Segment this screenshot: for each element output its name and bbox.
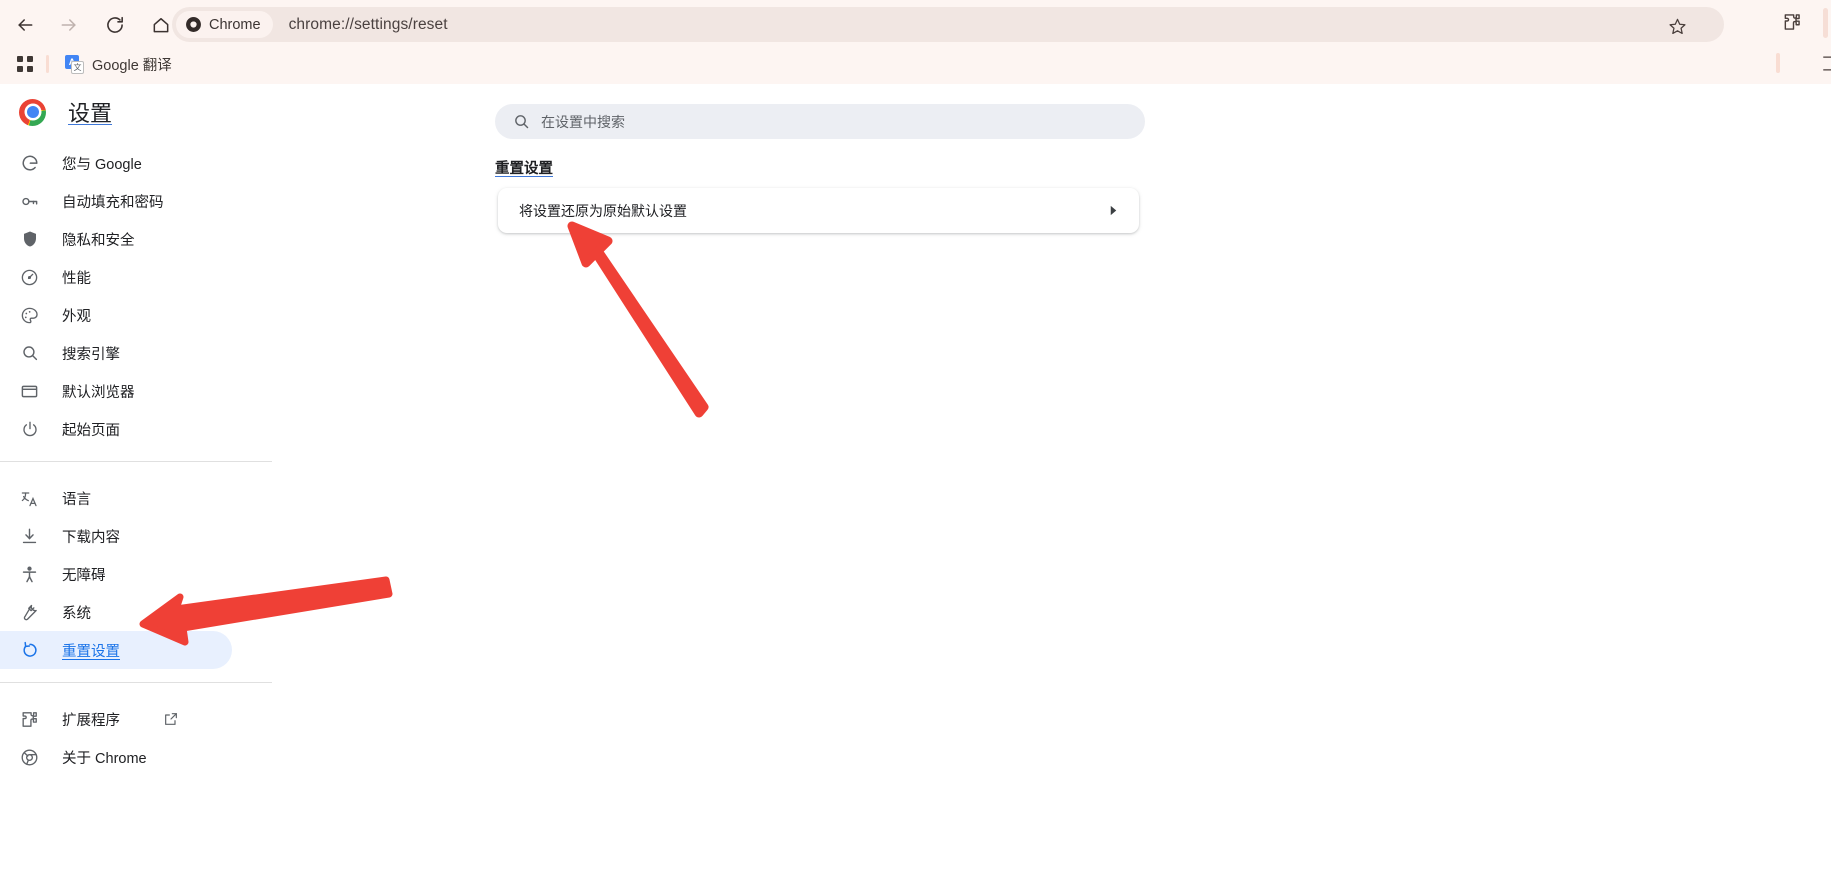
puzzle-piece-icon — [1784, 14, 1800, 30]
sidebar-item-label: 自动填充和密码 — [62, 194, 164, 211]
sidebar-item-languages[interactable]: 语言 — [0, 479, 272, 517]
page-title: 设置 — [68, 101, 113, 126]
sidebar-item-label: 起始页面 — [62, 422, 120, 439]
window-edge-indicator — [1823, 8, 1828, 38]
omnibox-chrome-chip-label: Chrome — [209, 16, 261, 33]
chrome-outline-icon — [19, 747, 40, 768]
settings-page: 设置 您与 Google 自动填充和密码 隐私和安全 性能 外观 搜索引擎 默认… — [0, 84, 1831, 894]
home-icon — [153, 18, 169, 33]
sidebar-item-label: 默认浏览器 — [62, 384, 135, 401]
palette-icon — [19, 305, 40, 326]
search-icon — [19, 343, 40, 364]
translate-icon — [19, 488, 40, 509]
sidebar-item-label: 系统 — [62, 605, 91, 622]
browser-toolbar: Chrome chrome://settings/reset — [0, 0, 1831, 50]
sidebar-item-label: 外观 — [62, 308, 91, 325]
google-g-icon — [19, 153, 40, 174]
sidebar-item-search-engine[interactable]: 搜索引擎 — [0, 334, 272, 372]
sidebar-item-default-browser[interactable]: 默认浏览器 — [0, 372, 272, 410]
sidebar-item-privacy-security[interactable]: 隐私和安全 — [0, 220, 272, 258]
sidebar-divider-2 — [0, 682, 272, 683]
window-icon — [19, 381, 40, 402]
sidebar-group-main: 您与 Google 自动填充和密码 隐私和安全 性能 外观 搜索引擎 默认浏览器… — [0, 140, 272, 448]
sidebar-item-reset-settings[interactable]: 重置设置 — [0, 631, 232, 669]
bookmark-item-label: Google 翻译 — [92, 57, 172, 74]
sidebar-group-secondary: 语言 下载内容 无障碍 系统 重置设置 — [0, 475, 272, 669]
back-button[interactable] — [8, 8, 42, 42]
sidebar-item-label: 搜索引擎 — [62, 346, 120, 363]
omnibox-chrome-chip[interactable]: Chrome — [176, 11, 273, 38]
sidebar-item-label: 性能 — [62, 270, 91, 287]
settings-sidebar: 设置 您与 Google 自动填充和密码 隐私和安全 性能 外观 搜索引擎 默认… — [0, 84, 272, 894]
arrow-left-icon — [18, 19, 33, 31]
wrench-icon — [19, 602, 40, 623]
reset-circular-arrow-icon — [19, 640, 40, 661]
address-bar[interactable]: Chrome chrome://settings/reset — [172, 7, 1724, 42]
sidebar-item-label: 扩展程序 — [62, 712, 120, 729]
settings-main-content: 重置设置 将设置还原为原始默认设置 — [272, 84, 1831, 894]
apps-grid-icon — [17, 56, 33, 72]
browser-chrome: Chrome chrome://settings/reset 文 Google … — [0, 0, 1831, 84]
bookmark-overflow-button[interactable] — [1816, 52, 1831, 74]
restore-defaults-row[interactable]: 将设置还原为原始默认设置 — [498, 188, 1139, 233]
sidebar-divider-1 — [0, 461, 272, 462]
apps-grid-button[interactable] — [12, 51, 38, 77]
omnibox-url-text: chrome://settings/reset — [288, 15, 448, 33]
sidebar-item-about-chrome[interactable]: 关于 Chrome — [0, 738, 272, 776]
external-link-icon[interactable] — [162, 711, 179, 728]
chrome-icon — [186, 17, 201, 32]
sidebar-item-label: 关于 Chrome — [62, 750, 147, 767]
sidebar-item-label: 您与 Google — [62, 156, 142, 173]
settings-search-box[interactable] — [495, 104, 1145, 139]
sidebar-item-label: 下载内容 — [62, 529, 120, 546]
key-icon — [19, 191, 40, 212]
reload-button[interactable] — [98, 8, 132, 42]
accessibility-icon — [19, 564, 40, 585]
sidebar-item-label: 无障碍 — [62, 567, 106, 584]
sidebar-item-appearance[interactable]: 外观 — [0, 296, 272, 334]
star-icon — [1668, 18, 1686, 34]
sidebar-item-extensions[interactable]: 扩展程序 — [0, 700, 272, 738]
search-icon — [513, 113, 530, 130]
settings-brand: 设置 — [0, 84, 272, 140]
extensions-button[interactable] — [1778, 8, 1806, 36]
sidebar-item-accessibility[interactable]: 无障碍 — [0, 555, 272, 593]
shield-icon — [19, 229, 40, 250]
sidebar-item-on-startup[interactable]: 起始页面 — [0, 410, 272, 448]
google-translate-icon: A文 — [65, 54, 84, 74]
download-icon — [19, 526, 40, 547]
chrome-logo-icon — [19, 98, 46, 126]
sidebar-item-system[interactable]: 系统 — [0, 593, 272, 631]
bookmark-item-google-translate[interactable]: A文 Google 翻译 — [59, 51, 178, 78]
forward-button[interactable] — [52, 8, 86, 42]
reload-icon — [107, 16, 123, 33]
arrow-right-icon — [61, 19, 76, 31]
sidebar-item-label: 重置设置 — [62, 643, 120, 660]
restore-defaults-label: 将设置还原为原始默认设置 — [519, 202, 687, 219]
sidebar-item-label: 语言 — [62, 491, 91, 508]
bookmarks-bar: A文 Google 翻译 — [0, 44, 1831, 84]
bookmark-bar-right-separator — [1776, 53, 1780, 73]
sidebar-item-you-and-google[interactable]: 您与 Google — [0, 144, 272, 182]
bookmark-star-button[interactable] — [1662, 11, 1692, 41]
power-icon — [19, 419, 40, 440]
search-input[interactable] — [541, 113, 1101, 130]
settings-search-container — [495, 104, 1145, 139]
sidebar-group-footer: 扩展程序 关于 Chrome — [0, 696, 272, 776]
sidebar-item-autofill-passwords[interactable]: 自动填充和密码 — [0, 182, 272, 220]
section-heading-reset-settings: 重置设置 — [495, 161, 553, 177]
sidebar-item-label: 隐私和安全 — [62, 232, 135, 249]
bookmark-separator — [46, 55, 49, 73]
sidebar-item-downloads[interactable]: 下载内容 — [0, 517, 272, 555]
sidebar-item-performance[interactable]: 性能 — [0, 258, 272, 296]
bookmark-overflow-icon — [1822, 55, 1831, 71]
puzzle-piece-icon — [19, 709, 40, 730]
gauge-icon — [19, 267, 40, 288]
chevron-right-icon — [1108, 205, 1119, 216]
